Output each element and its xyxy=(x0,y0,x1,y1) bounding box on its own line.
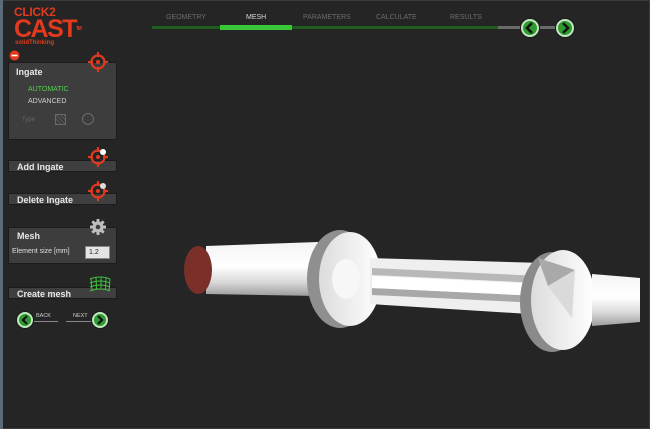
create-mesh-label: Create mesh xyxy=(17,289,72,299)
step-geometry[interactable]: GEOMETRY xyxy=(166,14,206,21)
option-automatic[interactable]: AUTOMATIC xyxy=(28,86,69,93)
next-button[interactable] xyxy=(92,312,108,328)
step-progress-active xyxy=(220,25,292,30)
app-logo: CLICK2 CASTTM solidThinking xyxy=(14,6,82,47)
type-label: Type xyxy=(22,117,36,123)
step-parameters[interactable]: PARAMETERS xyxy=(303,14,351,21)
step-calculate[interactable]: CALCULATE xyxy=(376,14,417,21)
next-label[interactable]: NEXT xyxy=(73,313,88,319)
ingate-title: Ingate xyxy=(16,67,43,77)
casting-model[interactable] xyxy=(184,230,640,352)
3d-viewport[interactable] xyxy=(120,40,650,429)
prev-step-button[interactable] xyxy=(521,19,539,37)
delete-target-icon[interactable] xyxy=(88,181,108,201)
mesh-title: Mesh xyxy=(17,231,41,241)
element-size-input[interactable]: 1.2 xyxy=(85,246,110,259)
back-button[interactable] xyxy=(17,312,33,328)
window-edge xyxy=(0,0,3,429)
chevron-right-icon xyxy=(97,315,104,325)
add-ingate-label: Add Ingate xyxy=(17,162,64,172)
next-step-button[interactable] xyxy=(556,19,574,37)
type-circle-icon[interactable] xyxy=(82,113,94,125)
step-results[interactable]: RESULTS xyxy=(450,14,482,21)
minus-circle-icon[interactable] xyxy=(9,50,20,61)
gear-icon[interactable] xyxy=(90,219,106,235)
next-underline xyxy=(66,321,92,322)
delete-ingate-label: Delete Ingate xyxy=(17,195,74,205)
add-target-icon[interactable] xyxy=(88,147,108,167)
back-label[interactable]: BACK xyxy=(36,313,51,319)
back-underline xyxy=(34,321,58,322)
chevron-right-icon xyxy=(562,22,570,34)
element-size-label: Element size [mm] xyxy=(12,248,70,255)
mesh-grid-icon[interactable] xyxy=(89,275,111,292)
type-square-icon[interactable] xyxy=(55,114,66,125)
crosshair-target-icon[interactable] xyxy=(88,52,108,72)
logo-line-2: CASTTM xyxy=(14,15,82,43)
step-mesh[interactable]: MESH xyxy=(246,14,266,21)
ingate-panel: Ingate AUTOMATIC ADVANCED Type xyxy=(8,62,117,140)
step-progress-track xyxy=(152,26,498,29)
chevron-left-icon xyxy=(21,315,28,325)
option-advanced[interactable]: ADVANCED xyxy=(28,98,66,105)
chevron-left-icon xyxy=(525,22,533,34)
